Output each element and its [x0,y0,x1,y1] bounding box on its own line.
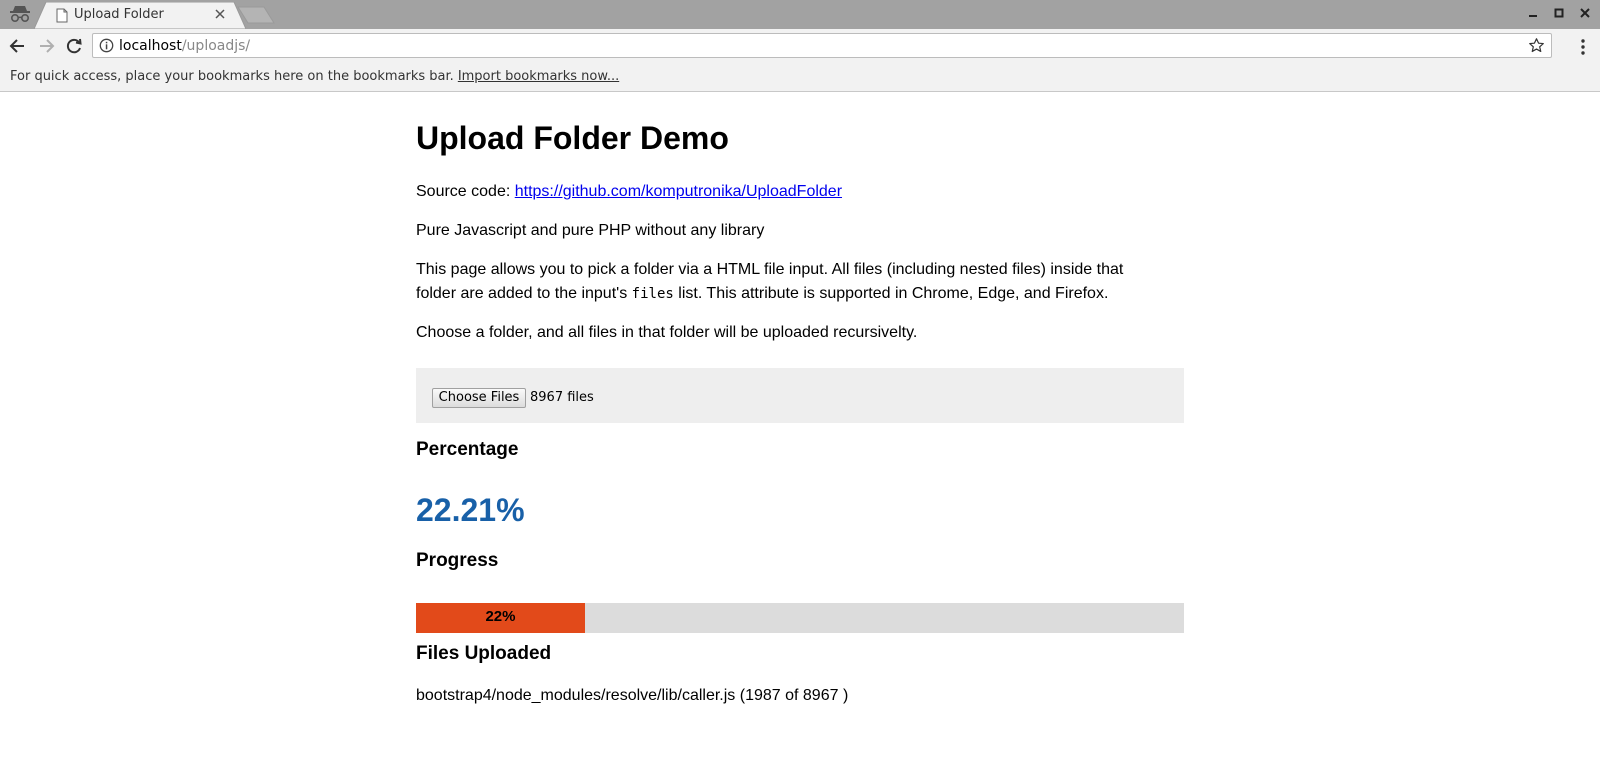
info-icon[interactable] [99,38,114,53]
percentage-heading: Percentage [416,439,519,460]
address-bar[interactable]: localhost/uploadjs/ [92,33,1552,58]
files-code: files [631,286,674,302]
files-uploaded-heading: Files Uploaded [416,643,552,664]
minimize-icon[interactable] [1526,6,1540,20]
source-code-link[interactable]: https://github.com/komputronika/UploadFo… [515,183,842,200]
reload-icon[interactable] [64,36,84,56]
progress-heading: Progress [416,550,499,571]
url-text[interactable]: localhost/uploadjs/ [119,38,250,54]
percentage-value: 22.21% [416,492,525,528]
close-tab-icon[interactable] [212,6,228,22]
bookmarks-bar: For quick access, place your bookmarks h… [0,62,1600,92]
tab-strip: Upload Folder [0,0,1600,29]
back-icon[interactable] [8,36,28,56]
source-code-line: Source code: https://github.com/komputro… [416,183,843,200]
tagline: Pure Javascript and pure PHP without any… [416,222,765,239]
instruction-text: Choose a folder, and all files in that f… [416,324,918,341]
maximize-icon[interactable] [1552,6,1566,20]
progress-bar: 22% [416,603,1184,633]
incognito-icon [10,6,30,23]
tab-upload-folder[interactable]: Upload Folder [34,2,246,29]
new-tab-button[interactable] [236,6,276,24]
progress-label: 22% [485,608,516,625]
import-bookmarks-link[interactable]: Import bookmarks now... [458,69,619,84]
bookmark-star-icon[interactable] [1528,37,1545,54]
choose-files-button[interactable]: Choose Files [432,388,526,408]
close-window-icon[interactable] [1578,6,1592,20]
current-uploaded-file: bootstrap4/node_modules/resolve/lib/call… [416,687,849,704]
file-count: 8967 files [530,390,594,405]
file-input-box: Choose Files 8967 files [416,368,1184,423]
description: This page allows you to pick a folder vi… [416,261,1124,302]
forward-icon[interactable] [36,36,56,56]
browser-toolbar: localhost/uploadjs/ [0,29,1600,62]
page-title: Upload Folder Demo [416,120,729,156]
tab-title: Upload Folder [74,7,164,22]
menu-dots-icon[interactable] [1580,38,1586,56]
bookmarks-hint: For quick access, place your bookmarks h… [10,69,620,84]
page-icon [56,8,68,23]
